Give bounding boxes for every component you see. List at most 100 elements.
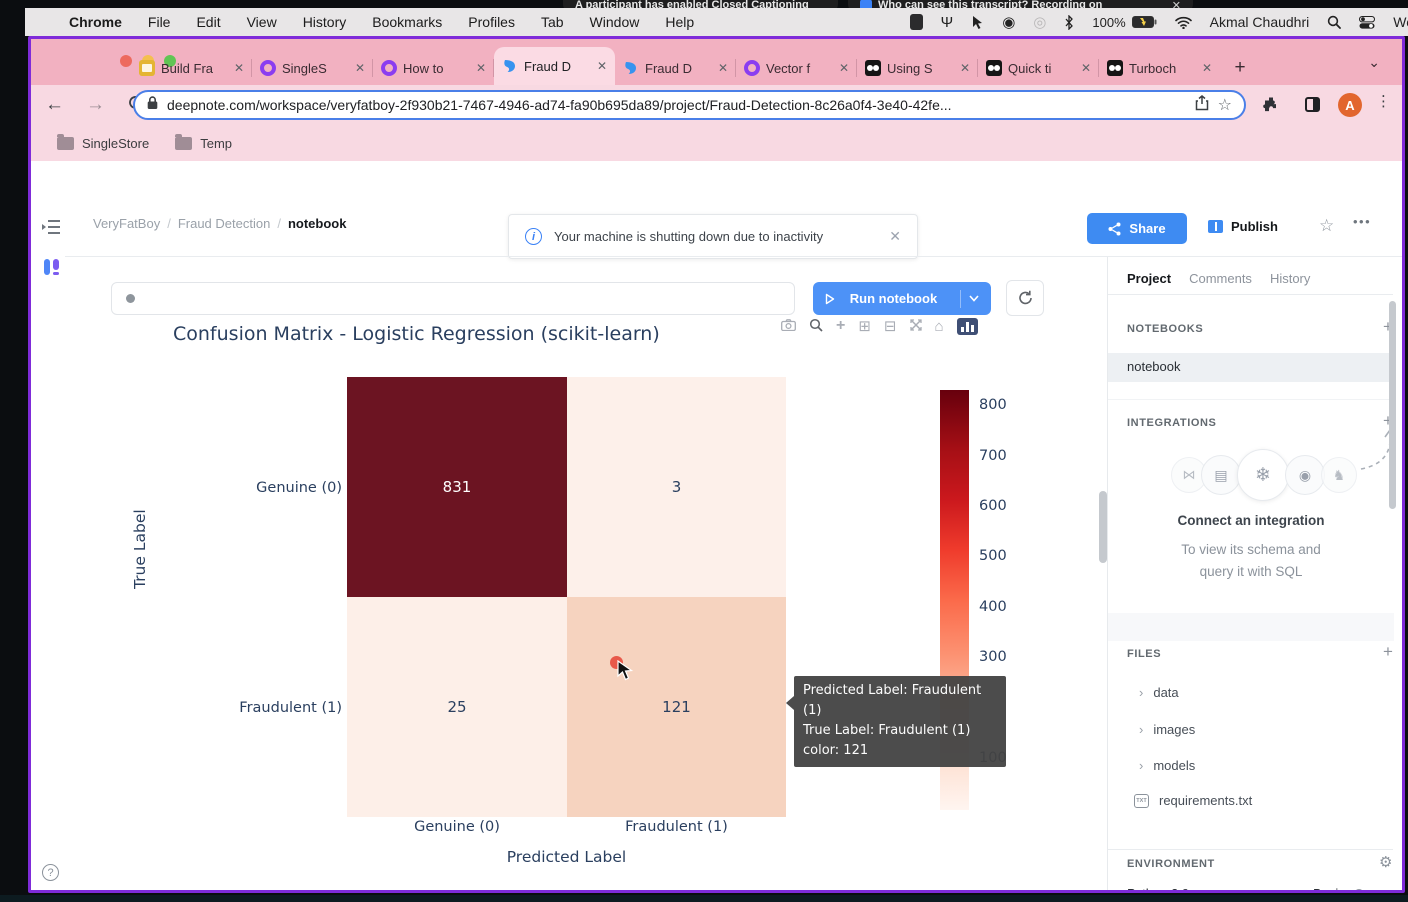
tab-close-icon[interactable]: ✕	[597, 59, 607, 73]
extensions-puzzle-icon[interactable]	[1263, 97, 1279, 118]
add-file-button[interactable]: +	[1383, 642, 1393, 662]
tab-vector[interactable]: Vector f ✕	[736, 51, 857, 85]
more-options-icon[interactable]: •••	[1353, 214, 1371, 229]
chrome-menu-icon[interactable]: ⋮	[1376, 92, 1391, 110]
environment-settings-gear-icon[interactable]: ⚙	[1379, 853, 1392, 871]
heatmap-cell-fn[interactable]: 25	[347, 597, 567, 817]
deepnote-logo-icon[interactable]	[43, 257, 61, 282]
database-icon: ▤	[1201, 455, 1241, 495]
bookmark-singlestore[interactable]: SingleStore	[57, 136, 149, 151]
help-icon[interactable]: ?	[42, 864, 59, 881]
tab-close-icon[interactable]: ✕	[234, 61, 244, 75]
menubar-username[interactable]: Akmal Chaudhri	[1210, 14, 1310, 30]
screen-record-icon[interactable]: ◉	[1002, 13, 1015, 31]
heatmap-cell-tp[interactable]: 121	[567, 597, 786, 817]
postgres-icon: ♞	[1321, 457, 1357, 493]
notebook-list-item[interactable]: notebook	[1108, 353, 1394, 382]
breadcrumb-page[interactable]: notebook	[288, 216, 347, 231]
chevron-right-icon[interactable]: ›	[1139, 758, 1143, 773]
reset-axes-icon[interactable]: ⌂	[935, 318, 944, 335]
menu-tab[interactable]: Tab	[541, 14, 564, 30]
share-page-icon[interactable]	[1195, 95, 1209, 116]
menu-view[interactable]: View	[247, 14, 277, 30]
integration-icons: ⋈ ▤ ❄ ◉ ♞	[1171, 449, 1361, 501]
heatmap-cell-tn[interactable]: 831	[347, 377, 567, 597]
breadcrumb-project[interactable]: Fraud Detection	[178, 216, 271, 231]
wifi-icon[interactable]	[1175, 16, 1192, 29]
menu-edit[interactable]: Edit	[196, 14, 220, 30]
machine-type[interactable]: Basic	[1313, 886, 1364, 893]
menu-file[interactable]: File	[148, 14, 171, 30]
tab-turboch[interactable]: Turboch ✕	[1099, 51, 1220, 85]
chevron-right-icon[interactable]: ›	[1139, 722, 1143, 737]
menu-window[interactable]: Window	[590, 14, 640, 30]
address-bar[interactable]: deepnote.com/workspace/veryfatboy-2f930b…	[133, 90, 1246, 120]
plotly-logo-icon[interactable]	[957, 318, 978, 335]
publish-button[interactable]: Publish	[1208, 219, 1278, 234]
folder-images[interactable]: › images	[1139, 722, 1195, 737]
autoscale-icon[interactable]	[910, 319, 922, 334]
panel-tab-history[interactable]: History	[1270, 271, 1310, 286]
reading-list-icon[interactable]	[1305, 97, 1320, 112]
favorite-star-icon[interactable]: ☆	[1319, 216, 1334, 236]
book-app-icon[interactable]	[910, 14, 923, 30]
cell-input-bar[interactable]	[111, 282, 795, 315]
heatmap-cell-fp[interactable]: 3	[567, 377, 786, 597]
y-axis-title: True Label	[131, 509, 149, 589]
bookmark-star-icon[interactable]: ☆	[1218, 95, 1232, 115]
back-button[interactable]: ←	[45, 94, 64, 116]
bat-app-icon[interactable]: Ψ	[941, 14, 954, 31]
zoom-out-icon[interactable]: ⊟	[884, 317, 897, 335]
tab-singlestore[interactable]: SingleS ✕	[252, 51, 373, 85]
bookmark-temp[interactable]: Temp	[175, 136, 232, 151]
folder-icon	[57, 137, 74, 150]
run-notebook-button[interactable]: Run notebook	[813, 282, 991, 315]
menu-history[interactable]: History	[303, 14, 347, 30]
table-of-contents-icon[interactable]	[41, 219, 61, 240]
toast-close-icon[interactable]: ✕	[889, 228, 901, 245]
tab-build-fra[interactable]: Build Fra ✕	[131, 51, 252, 85]
camera-icon[interactable]	[781, 319, 796, 334]
cursor-status-icon[interactable]	[971, 15, 984, 30]
tab-fraud-detection-active[interactable]: Fraud D ✕	[494, 47, 615, 85]
menu-help[interactable]: Help	[665, 14, 694, 30]
panel-scrollbar[interactable]	[1389, 301, 1396, 509]
tab-close-icon[interactable]: ✕	[1202, 61, 1212, 75]
folder-data[interactable]: › data	[1139, 685, 1179, 700]
url-text[interactable]: deepnote.com/workspace/veryfatboy-2f930b…	[167, 97, 1186, 113]
refresh-cell-button[interactable]	[1006, 280, 1044, 316]
tab-close-icon[interactable]: ✕	[960, 61, 970, 75]
zoom-select-icon[interactable]	[809, 318, 823, 335]
bluetooth-icon[interactable]	[1064, 15, 1074, 30]
menu-profiles[interactable]: Profiles	[468, 14, 515, 30]
tab-close-icon[interactable]: ✕	[476, 61, 486, 75]
forward-button[interactable]: →	[86, 94, 105, 116]
menu-bookmarks[interactable]: Bookmarks	[372, 14, 442, 30]
tab-fraud-detection-2[interactable]: Fraud D ✕	[615, 51, 736, 85]
machine-status-icon	[1354, 889, 1364, 894]
control-center-icon[interactable]	[1359, 16, 1375, 29]
tab-close-icon[interactable]: ✕	[355, 61, 365, 75]
tab-search-chevron-icon[interactable]: ⌄	[1368, 54, 1380, 71]
folder-models[interactable]: › models	[1139, 758, 1195, 773]
tab-how-to[interactable]: How to ✕	[373, 51, 494, 85]
share-button[interactable]: Share	[1087, 213, 1187, 244]
tab-quick-ti[interactable]: Quick ti ✕	[978, 51, 1099, 85]
file-requirements[interactable]: TXT requirements.txt	[1134, 793, 1252, 808]
panel-tab-comments[interactable]: Comments	[1189, 271, 1252, 286]
main-scrollbar[interactable]	[1099, 491, 1107, 563]
tab-close-icon[interactable]: ✕	[1081, 61, 1091, 75]
chevron-right-icon[interactable]: ›	[1139, 685, 1143, 700]
zoom-in-icon[interactable]: ⊞	[858, 317, 871, 335]
menu-chrome[interactable]: Chrome	[69, 14, 122, 30]
spotlight-search-icon[interactable]	[1327, 15, 1341, 29]
profile-avatar[interactable]: A	[1338, 93, 1362, 117]
pan-icon[interactable]: +	[836, 317, 845, 335]
tab-close-icon[interactable]: ✕	[718, 61, 728, 75]
tab-using-s[interactable]: Using S ✕	[857, 51, 978, 85]
breadcrumb-workspace[interactable]: VeryFatBoy	[93, 216, 160, 231]
tab-close-icon[interactable]: ✕	[839, 61, 849, 75]
connect-integration-title[interactable]: Connect an integration	[1127, 513, 1375, 528]
panel-tab-project[interactable]: Project	[1127, 271, 1171, 286]
new-tab-button[interactable]: +	[1220, 51, 1260, 85]
